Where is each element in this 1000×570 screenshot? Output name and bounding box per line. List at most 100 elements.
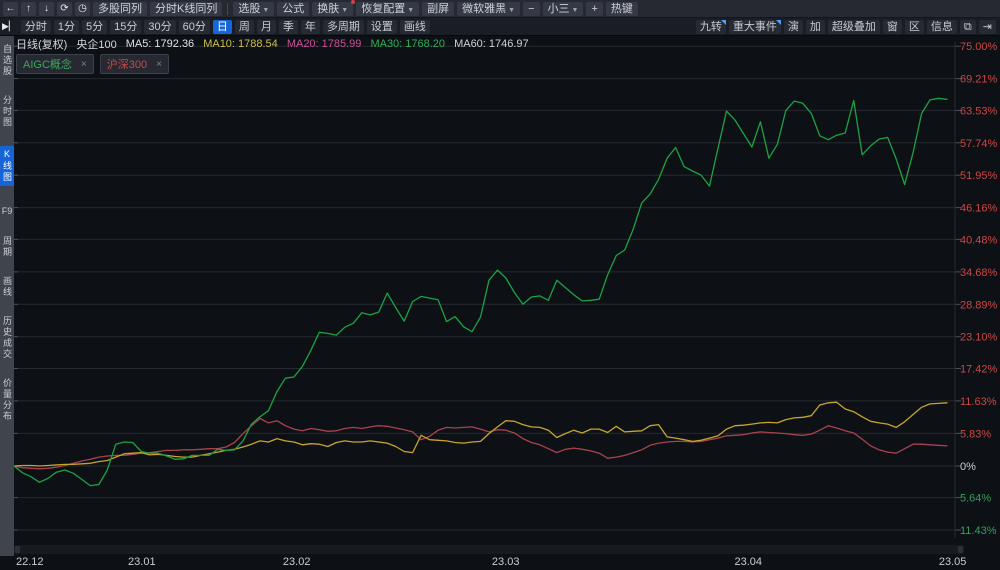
font-family-label: 微软雅黑 (462, 2, 507, 15)
intraday-kline-tile-button[interactable]: 分时K线同列 (150, 1, 223, 16)
hotkeys-button[interactable]: 热键 (605, 1, 638, 16)
restore-config-button[interactable]: 恢复配置 ▼ (356, 1, 420, 16)
x-axis-label: 23.02 (282, 556, 311, 568)
close-icon[interactable]: × (156, 59, 162, 70)
secondary-screen-button[interactable]: 副屏 (422, 1, 455, 16)
tag-hs300[interactable]: 沪深300 × (99, 54, 169, 74)
y-axis-label: 34.68% (960, 267, 998, 279)
font-family-button[interactable]: 微软雅黑 ▼ (457, 1, 521, 16)
super-overlay-button[interactable]: 超级叠加 (827, 19, 880, 34)
skin-button[interactable]: 换肤 ▼ (312, 0, 356, 16)
y-axis-label: 63.53% (960, 105, 998, 117)
x-axis-label: 23.01 (128, 556, 156, 568)
y-axis-label: 5.64% (960, 493, 991, 505)
ma10-text: MA10: 1788.54 (203, 38, 278, 50)
collapse-right-icon[interactable]: ⇥ (978, 19, 996, 34)
ma5-text: MA5: 1792.36 (125, 38, 195, 50)
y-axis-label: 11.43% (960, 525, 997, 537)
x-axis-label: 23.03 (491, 556, 520, 568)
period-toolbar: ▶▏ 分时 1分 5分 15分 30分 60分日周月季年多周期 设置 画线 九转 重大事件演加超… (0, 18, 1000, 36)
period-m1-button[interactable]: 1分 (53, 19, 79, 34)
info-button[interactable]: 信息 (926, 19, 957, 34)
toolbar-divider (227, 2, 229, 15)
dual-screens-icon[interactable]: ⧉ (959, 19, 976, 34)
up-arrow-icon[interactable]: ↑ (21, 1, 36, 16)
sidebar-item-kline-chart[interactable]: K线图 (0, 146, 14, 186)
sidebar-item-draw-line[interactable]: 画线 (0, 276, 14, 298)
tag-hs300-label: 沪深300 (106, 59, 148, 71)
font-size-label: 小三 (547, 2, 570, 15)
y-axis-label: 57.74% (960, 138, 998, 150)
period-m5-button[interactable]: 5分 (81, 19, 108, 34)
period-daily-button[interactable]: 日 (212, 19, 232, 34)
refresh-icon[interactable]: ⟳ (57, 1, 72, 16)
sidebar-item-intraday-chart[interactable]: 分时图 (0, 95, 14, 128)
period-multi-period-button[interactable]: 多周期 (322, 19, 364, 34)
toolbar-button-group: 多股同列 分时K线同列 选股 ▼ 公式 换肤 ▼ 恢复配置 ▼ 副屏 微软雅黑 ▼ − 小三 ▼ + 热键 (93, 0, 638, 16)
chart-region: 75.00% 69.21% 63.53% 57.74% 51.95% 46.16% 40.4… (14, 36, 1000, 570)
sidebar-item-f9[interactable]: F9 (2, 204, 13, 218)
chevron-down-icon: ▼ (508, 6, 516, 14)
zone-button[interactable]: 区 (904, 19, 924, 34)
clock-icon[interactable]: ◷ (75, 1, 90, 16)
y-axis-label: 5.83% (960, 428, 991, 440)
chevron-down-icon: ▼ (341, 6, 349, 14)
font-size-button[interactable]: 小三 ▼ (542, 1, 584, 16)
y-axis-label: 75.00% (960, 41, 998, 53)
stock-picker-button[interactable]: 选股 ▼ (233, 1, 275, 16)
nine-turn-button[interactable]: 九转 (695, 19, 726, 34)
ma20-text: MA20: 1785.99 (286, 38, 362, 50)
x-axis-labels: 22.12 23.01 23.02 23.03 23.04 23.05 (14, 556, 1000, 570)
font-smaller-label: − (528, 2, 535, 15)
formula-button[interactable]: 公式 (277, 1, 310, 16)
font-larger-button[interactable]: + (586, 1, 603, 16)
period-m30-button[interactable]: 30分 (144, 19, 176, 34)
multi-stock-tile-button[interactable]: 多股同列 (93, 1, 147, 16)
play-icon[interactable]: ▶▏ (2, 21, 16, 32)
intraday-kline-tile-label: 分时K线同列 (155, 2, 218, 15)
secondary-screen-label: 副屏 (427, 2, 450, 15)
tool-button-group: 九转 重大事件演加超级叠加窗区信息 ⧉ ⇥ (695, 19, 996, 34)
skin-label: 换肤 (317, 2, 340, 15)
multi-stock-tile-label: 多股同列 (98, 2, 142, 15)
tag-aigc-label: AIGC概念 (23, 59, 72, 71)
period-draw-line-button[interactable]: 画线 (399, 19, 430, 34)
y-axis-label: 11.63% (960, 396, 997, 408)
sidebar-item-price-volume[interactable]: 价量分布 (0, 378, 14, 422)
back-arrow-icon[interactable]: ← (3, 1, 18, 16)
playback-button[interactable]: 演 (783, 19, 803, 34)
period-yearly-button[interactable]: 年 (300, 19, 320, 34)
font-larger-label: + (591, 2, 598, 15)
x-axis-label: 23.05 (938, 556, 967, 568)
period-weekly-button[interactable]: 周 (234, 19, 254, 34)
down-arrow-icon[interactable]: ↓ (39, 1, 54, 16)
left-sidebar: 自选股分时图 K线图 F9 周期画线历史成交价量分布 (0, 36, 14, 556)
period-m15-button[interactable]: 15分 (110, 19, 142, 34)
sidebar-item-watchlist[interactable]: 自选股 (0, 44, 14, 77)
period-m60-button[interactable]: 60分 (178, 19, 210, 34)
ma60-text: MA60: 1746.97 (454, 38, 529, 50)
period-settings-button[interactable]: 设置 (366, 19, 397, 34)
tag-aigc[interactable]: AIGC概念 × (16, 54, 94, 74)
window-button[interactable]: 窗 (882, 19, 902, 34)
sidebar-item-period[interactable]: 周期 (0, 236, 14, 258)
chevron-down-icon: ▼ (262, 6, 270, 14)
chart-h-scrollbar[interactable] (14, 545, 964, 554)
y-axis-label: 46.16% (960, 203, 998, 215)
add-button[interactable]: 加 (805, 19, 825, 34)
close-icon[interactable]: × (81, 59, 87, 70)
period-intraday-button[interactable]: 分时 (20, 19, 51, 34)
y-axis-label: 0% (960, 461, 976, 473)
font-smaller-button[interactable]: − (523, 1, 540, 16)
y-axis-label: 40.48% (960, 234, 998, 246)
stock-picker-label: 选股 (238, 2, 261, 15)
chevron-down-icon: ▼ (407, 6, 415, 14)
sidebar-item-history-trades[interactable]: 历史成交 (0, 316, 14, 360)
hotkeys-label: 热键 (610, 2, 633, 15)
period-quarterly-button[interactable]: 季 (278, 19, 298, 34)
formula-label: 公式 (282, 2, 305, 15)
major-events-button[interactable]: 重大事件 (728, 19, 781, 34)
stock-app-window: ← ↑ ↓ ⟳ ◷ 多股同列 分时K线同列 选股 ▼ 公式 换肤 ▼ 恢复配置 ▼ 副屏 微软雅黑 ▼ − 小三 ▼… (0, 0, 1000, 570)
period-monthly-button[interactable]: 月 (256, 19, 276, 34)
restore-config-label: 恢复配置 (361, 2, 406, 15)
